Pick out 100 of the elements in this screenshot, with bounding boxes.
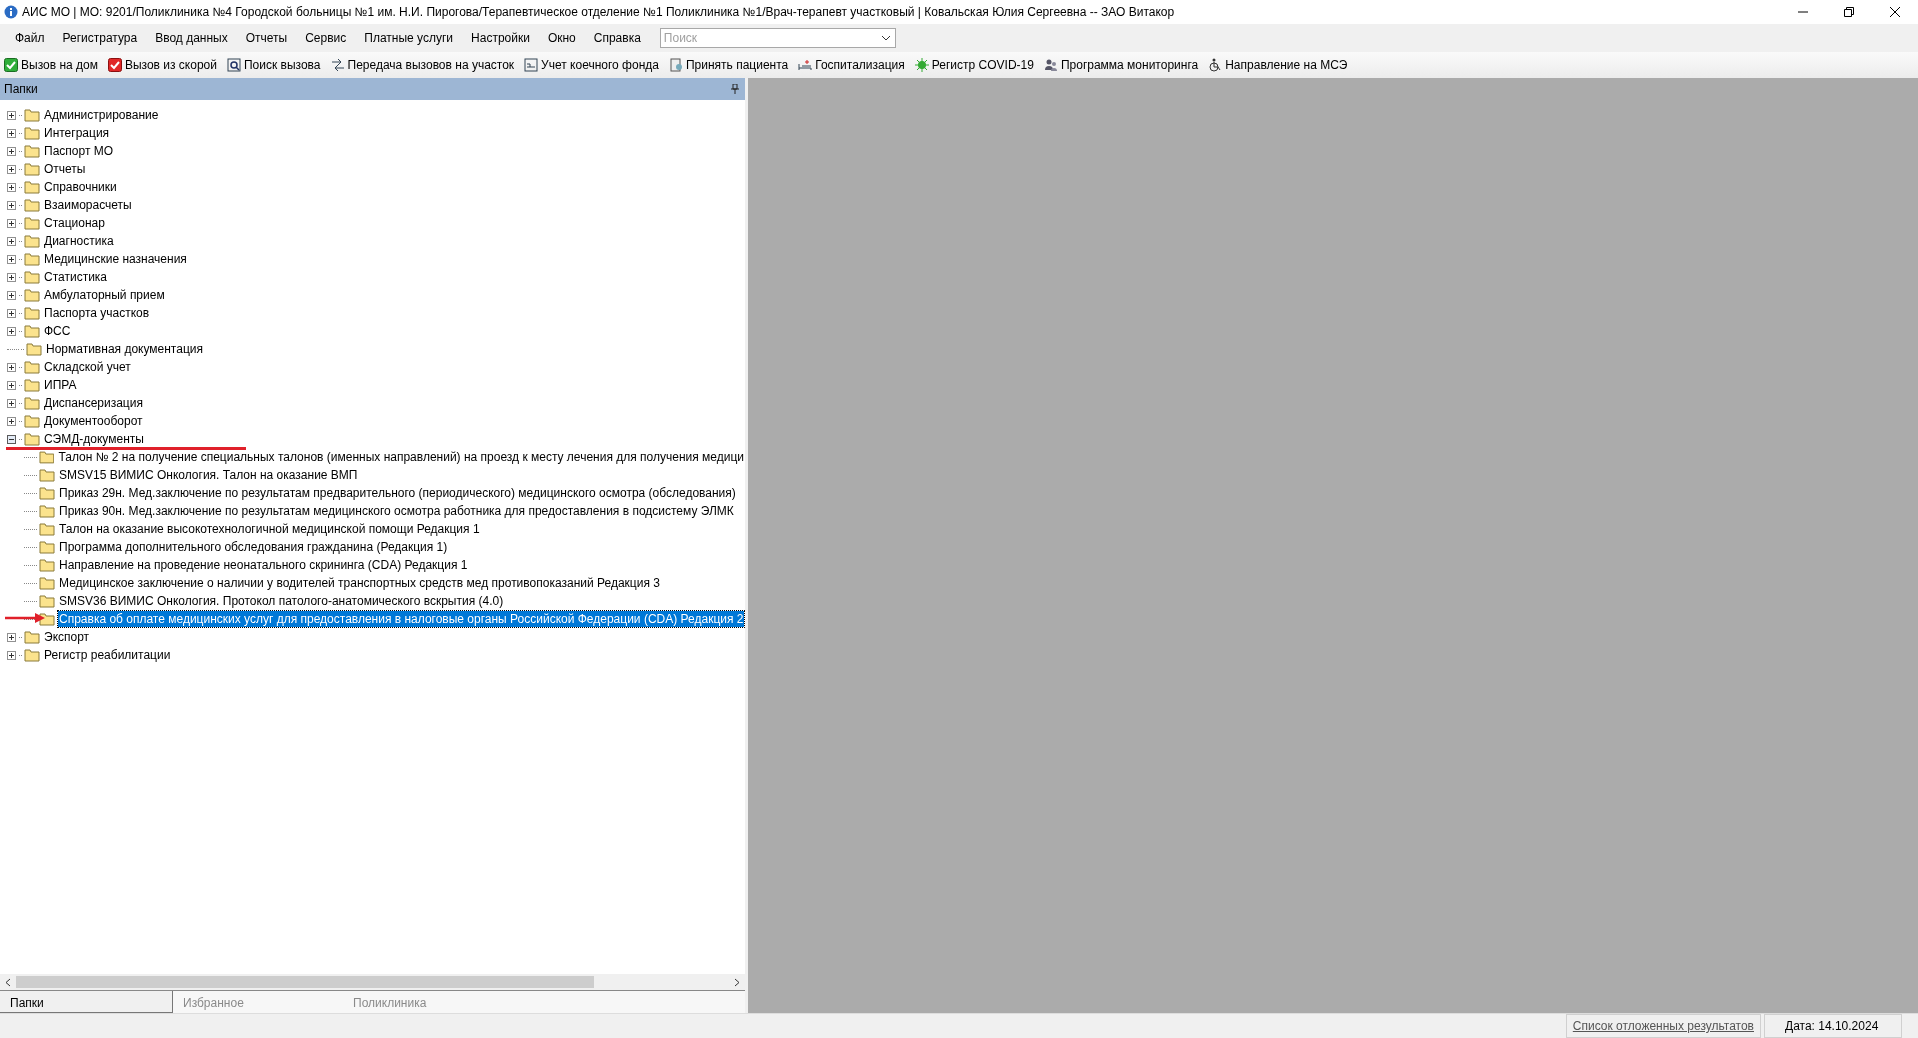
expand-icon[interactable] — [7, 650, 16, 660]
tree-item[interactable]: Складской учет — [43, 359, 132, 375]
tree-item[interactable]: Амбулаторный прием — [43, 287, 166, 303]
folder-icon — [24, 162, 40, 176]
expand-icon[interactable] — [7, 146, 16, 156]
people-icon — [1043, 58, 1058, 72]
expand-icon[interactable] — [7, 254, 16, 264]
folder-icon — [24, 126, 40, 140]
menu-item[interactable]: Окно — [538, 31, 585, 45]
wheelchair-icon — [1208, 58, 1223, 72]
menu-item[interactable]: Сервис — [296, 31, 356, 45]
folder-icon — [39, 594, 55, 608]
tree-item[interactable]: Паспорта участков — [43, 305, 151, 321]
expand-icon[interactable] — [7, 398, 16, 408]
panel-tab[interactable]: Папки — [0, 991, 173, 1013]
tree-item[interactable]: СЭМД-документы — [43, 431, 145, 447]
annotation-arrow — [5, 613, 45, 623]
menu-item[interactable]: Настройки — [462, 31, 539, 45]
tree-item[interactable]: Взаиморасчеты — [43, 197, 133, 213]
tree-item[interactable]: Талон № 2 на получение специальных талонов (именных направлений) на проезд к месту лечения для получения медици — [57, 449, 745, 465]
tree-item[interactable]: Регистр реабилитации — [43, 647, 172, 663]
restore-icon[interactable] — [1844, 7, 1854, 17]
expand-icon[interactable] — [7, 362, 16, 372]
folder-icon — [24, 270, 40, 284]
expand-icon[interactable] — [7, 290, 16, 300]
folder-icon — [39, 612, 55, 626]
toolbar-button[interactable]: Направление на МСЭ — [1206, 58, 1350, 72]
tree-item[interactable]: ФСС — [43, 323, 72, 339]
toolbar-button[interactable]: Принять пациента — [666, 58, 791, 72]
tree-item[interactable]: Программа дополнительного обследования гражданина (Редакция 1) — [58, 539, 449, 555]
status-date: Дата: 14.10.2024 — [1764, 1014, 1902, 1038]
expand-icon[interactable] — [7, 416, 16, 426]
close-icon[interactable] — [1890, 7, 1900, 17]
tree-item[interactable]: Приказ 90н. Мед.заключение по результатам медицинского осмотра работника для предоставления в подсистему ЭЛМК — [58, 503, 735, 519]
toolbar-button[interactable]: Учет коечного фонда — [522, 58, 661, 72]
folder-icon — [39, 522, 55, 536]
deferred-results-link[interactable]: Список отложенных результатов — [1565, 1014, 1761, 1038]
toolbar-button[interactable]: Госпитализация — [796, 58, 907, 72]
folder-icon — [24, 630, 40, 644]
folder-icon — [24, 414, 40, 428]
transfer-icon — [330, 58, 345, 72]
tree-item[interactable]: Справка об оплате медицинских услуг для предоставления в налоговые органы Российской Федерации (CDA) Редакция 2 — [58, 611, 745, 627]
tree-item[interactable]: Талон на оказание высокотехнологичной медицинской помощи Редакция 1 — [58, 521, 481, 537]
folder-icon — [39, 468, 55, 482]
tree-item[interactable]: ИПРА — [43, 377, 78, 393]
expand-icon[interactable] — [7, 128, 16, 138]
folder-icon — [39, 504, 55, 518]
expand-icon[interactable] — [7, 200, 16, 210]
expand-icon[interactable] — [7, 272, 16, 282]
expand-icon[interactable] — [7, 308, 16, 318]
folder-icon — [24, 180, 40, 194]
tree-item[interactable]: Нормативная документация — [45, 341, 204, 357]
search-field[interactable]: Поиск — [659, 28, 896, 48]
tree-item[interactable]: Приказ 29н. Мед.заключение по результатам предварительного (периодического) медицинского осмотра (обследования) — [58, 485, 737, 501]
search-icon — [227, 58, 241, 72]
toolbar-button[interactable]: Поиск вызова — [225, 58, 323, 72]
expand-icon[interactable] — [7, 236, 16, 246]
tree-item[interactable]: Паспорт МО — [43, 143, 115, 159]
toolbar-button[interactable]: Вызов из скорой — [105, 58, 219, 72]
pin-icon[interactable] — [731, 84, 739, 94]
scrollbar-thumb[interactable] — [16, 976, 594, 988]
tree-item[interactable]: Отчеты — [43, 161, 87, 177]
toolbar-button[interactable]: Передача вызовов на участок — [328, 58, 517, 72]
folder-icon — [24, 648, 40, 662]
tree-item[interactable]: Стационар — [43, 215, 106, 231]
folder-icon — [24, 216, 40, 230]
menu-item[interactable]: Справка — [584, 31, 650, 45]
tree-item[interactable]: Администрирование — [43, 107, 160, 123]
toolbar-button[interactable]: Программа мониторинга — [1041, 58, 1201, 72]
folder-icon — [24, 324, 40, 338]
expand-icon[interactable] — [7, 164, 16, 174]
expand-icon[interactable] — [7, 218, 16, 228]
menu-item[interactable]: Платные услуги — [355, 31, 463, 45]
tree-item[interactable]: Диспансеризация — [43, 395, 144, 411]
menu-item[interactable]: Ввод данных — [146, 31, 237, 45]
tree-item[interactable]: Направление на проведение неонатального скрининга (CDA) Редакция 1 — [58, 557, 469, 573]
menu-item[interactable]: Файл — [6, 31, 54, 45]
tree-item[interactable]: Медицинское заключение о наличии у водителей транспортных средств мед противопоказаний Редакция 3 — [58, 575, 661, 591]
tree-item[interactable]: Экспорт — [43, 629, 91, 645]
folder-icon — [24, 288, 40, 302]
dropdown-caret-icon[interactable] — [880, 35, 891, 41]
expand-icon[interactable] — [7, 110, 16, 120]
collapse-icon[interactable] — [7, 434, 16, 444]
tree-item[interactable]: Документооборот — [43, 413, 144, 429]
tree-item[interactable]: Диагностика — [43, 233, 115, 249]
expand-icon[interactable] — [7, 182, 16, 192]
toolbar-button[interactable]: Регистр COVID-19 — [912, 58, 1036, 72]
tree-item[interactable]: Статистика — [43, 269, 109, 285]
toolbar-button[interactable]: Вызов на дом — [2, 58, 100, 72]
tree-item[interactable]: SMSV15 ВИМИС Онкология. Талон на оказание ВМП — [58, 467, 359, 483]
tree-item[interactable]: Справочники — [43, 179, 118, 195]
expand-icon[interactable] — [7, 632, 16, 642]
menu-item[interactable]: Регистратура — [53, 31, 147, 45]
tree-item[interactable]: SMSV36 ВИМИС Онкология. Протокол патолого-анатомического вскрытия (4.0) — [58, 593, 505, 609]
folder-icon — [24, 144, 40, 158]
expand-icon[interactable] — [7, 380, 16, 390]
expand-icon[interactable] — [7, 326, 16, 336]
tree-item[interactable]: Медицинские назначения — [43, 251, 188, 267]
menu-item[interactable]: Отчеты — [236, 31, 297, 45]
tree-item[interactable]: Интеграция — [43, 125, 111, 141]
